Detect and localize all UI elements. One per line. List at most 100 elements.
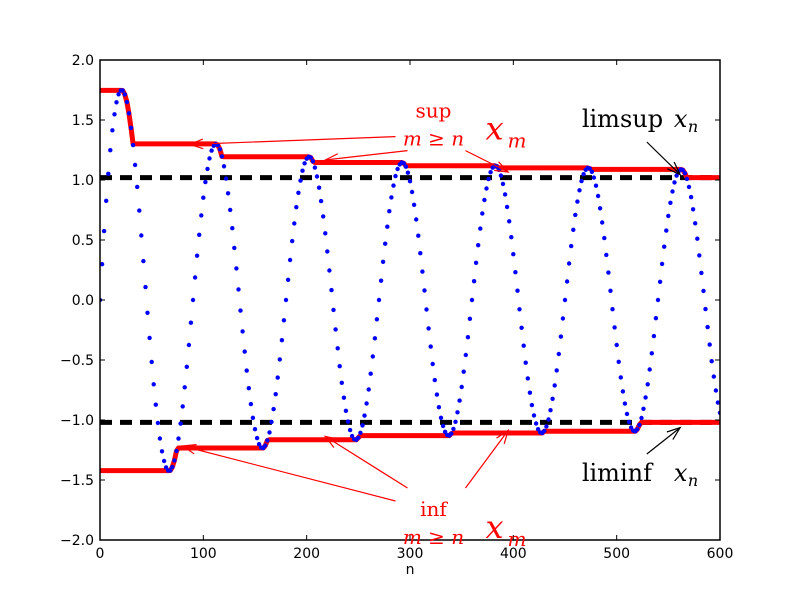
data-point	[482, 197, 487, 203]
data-point	[713, 388, 719, 393]
data-point	[597, 206, 603, 211]
data-point	[238, 308, 243, 313]
data-point	[378, 278, 384, 283]
data-point	[132, 162, 138, 168]
data-point	[486, 176, 491, 182]
data-point	[186, 342, 192, 348]
data-point	[232, 245, 237, 251]
data-point	[662, 244, 667, 249]
data-point	[432, 377, 437, 383]
data-point	[360, 423, 365, 428]
data-point	[236, 287, 241, 292]
data-point	[438, 415, 444, 420]
data-point	[389, 195, 394, 200]
data-point	[589, 169, 595, 174]
data-point	[248, 401, 254, 407]
data-point	[626, 419, 632, 425]
data-point	[498, 173, 504, 178]
data-point	[188, 320, 194, 325]
data-point	[174, 448, 179, 454]
data-point	[370, 354, 375, 359]
data-point	[112, 112, 117, 117]
data-point	[283, 297, 289, 303]
data-point	[137, 208, 142, 213]
data-point	[203, 179, 208, 185]
data-point	[544, 424, 549, 429]
data-point	[279, 338, 285, 343]
data-point	[273, 392, 278, 397]
data-point	[308, 155, 313, 160]
data-point	[246, 386, 251, 391]
data-point	[488, 170, 493, 175]
data-point	[517, 307, 522, 312]
data-point	[141, 258, 146, 264]
data-point	[362, 413, 367, 418]
data-point	[104, 198, 109, 203]
data-point	[294, 205, 299, 210]
data-point	[688, 194, 694, 200]
data-point	[560, 316, 566, 321]
data-point	[300, 168, 305, 173]
data-point	[285, 277, 291, 282]
data-point	[668, 200, 673, 205]
annotation-var-sub: m	[508, 129, 527, 153]
data-point	[124, 99, 130, 105]
data-point	[550, 396, 555, 401]
chart: 0 100 200 300 400 500 600−2.0−1.5−1.0−0.50.00.…	[0, 0, 800, 600]
data-point	[252, 427, 258, 432]
data-point	[451, 426, 456, 432]
data-point	[207, 156, 212, 161]
annotation-var: x	[486, 110, 504, 148]
annotation-subscript: m ≥ n	[403, 525, 464, 549]
data-point	[657, 279, 663, 284]
data-point	[254, 435, 260, 441]
data-point	[101, 228, 107, 234]
data-point	[480, 211, 485, 216]
data-point	[465, 335, 471, 340]
data-point	[643, 395, 648, 400]
data-point	[507, 219, 512, 224]
data-point	[651, 333, 657, 339]
data-point	[645, 382, 650, 387]
data-point	[225, 191, 231, 196]
data-point	[416, 233, 421, 238]
data-point	[616, 359, 621, 364]
annotation-op: inf	[420, 497, 448, 521]
data-point	[199, 213, 204, 218]
data-point	[234, 266, 239, 271]
data-point	[267, 430, 272, 435]
data-point	[333, 327, 338, 332]
annotation-op: limsup	[582, 105, 663, 133]
data-point	[110, 128, 115, 133]
data-point	[614, 342, 619, 348]
data-point	[573, 212, 578, 218]
data-point	[376, 297, 382, 303]
annotation-var-sub: n	[688, 117, 698, 136]
data-point	[292, 221, 297, 226]
data-point	[484, 186, 489, 191]
data-point	[405, 170, 411, 175]
data-point	[327, 268, 332, 273]
data-point	[145, 310, 150, 315]
data-point	[618, 375, 623, 380]
data-point	[329, 287, 334, 293]
data-point	[670, 189, 675, 194]
data-point	[228, 207, 233, 213]
data-point	[622, 401, 628, 406]
y-tick-label: 1.5	[72, 113, 94, 129]
data-point	[130, 142, 136, 148]
data-point	[172, 458, 177, 463]
data-point	[368, 371, 373, 376]
data-point	[476, 243, 481, 248]
data-point	[525, 376, 530, 381]
data-point	[571, 227, 576, 232]
data-point	[684, 176, 690, 182]
data-point	[637, 422, 642, 428]
data-point	[244, 368, 249, 373]
data-point	[197, 232, 202, 237]
data-point	[122, 92, 128, 97]
data-point	[190, 297, 196, 303]
data-point	[176, 436, 181, 441]
data-point	[527, 390, 533, 395]
data-point	[531, 413, 537, 418]
